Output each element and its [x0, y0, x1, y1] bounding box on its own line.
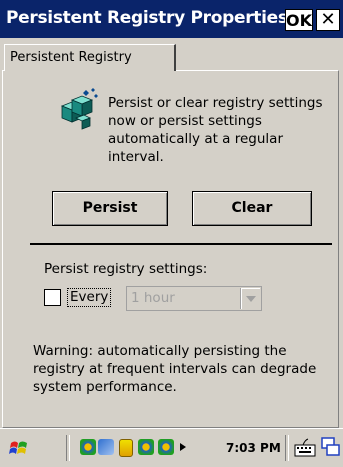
connection-icon[interactable] — [98, 439, 114, 455]
every-checkbox[interactable] — [44, 289, 61, 306]
taskbar: 7:03 PM — [0, 428, 343, 467]
description-text: Persist or clear registry settings now o… — [108, 95, 323, 165]
network-icon[interactable] — [80, 439, 96, 455]
every-label[interactable]: Every — [67, 288, 112, 307]
tab-label: Persistent Registry — [10, 50, 132, 65]
registry-icon — [60, 88, 98, 130]
separator — [30, 243, 332, 245]
tab-persistent-registry[interactable]: Persistent Registry — [4, 44, 176, 71]
persist-button[interactable]: Persist — [52, 191, 168, 226]
start-flag-icon[interactable] — [8, 437, 30, 459]
clock[interactable]: 7:03 PM — [226, 441, 281, 455]
clear-button[interactable]: Clear — [192, 191, 312, 226]
sync-icon-2[interactable] — [158, 439, 174, 455]
title-bar: Persistent Registry Properties OK ✕ — [0, 0, 343, 38]
chevron-down-icon[interactable] — [240, 288, 260, 309]
desktop-icon[interactable] — [321, 437, 341, 459]
arrow-icon[interactable] — [178, 442, 188, 452]
battery-icon[interactable] — [119, 439, 133, 457]
warning-text: Warning: automatically persisting the re… — [33, 343, 317, 395]
sync-icon[interactable] — [138, 439, 154, 455]
taskbar-separator — [66, 435, 70, 461]
taskbar-separator-2 — [285, 435, 289, 461]
persist-settings-label: Persist registry settings: — [44, 261, 208, 277]
keyboard-icon[interactable] — [294, 438, 316, 458]
close-button[interactable]: ✕ — [316, 9, 340, 31]
window-title: Persistent Registry Properties — [6, 8, 288, 28]
interval-select[interactable]: 1 hour — [126, 286, 262, 311]
interval-value: 1 hour — [131, 290, 175, 306]
ok-button[interactable]: OK — [285, 9, 313, 31]
